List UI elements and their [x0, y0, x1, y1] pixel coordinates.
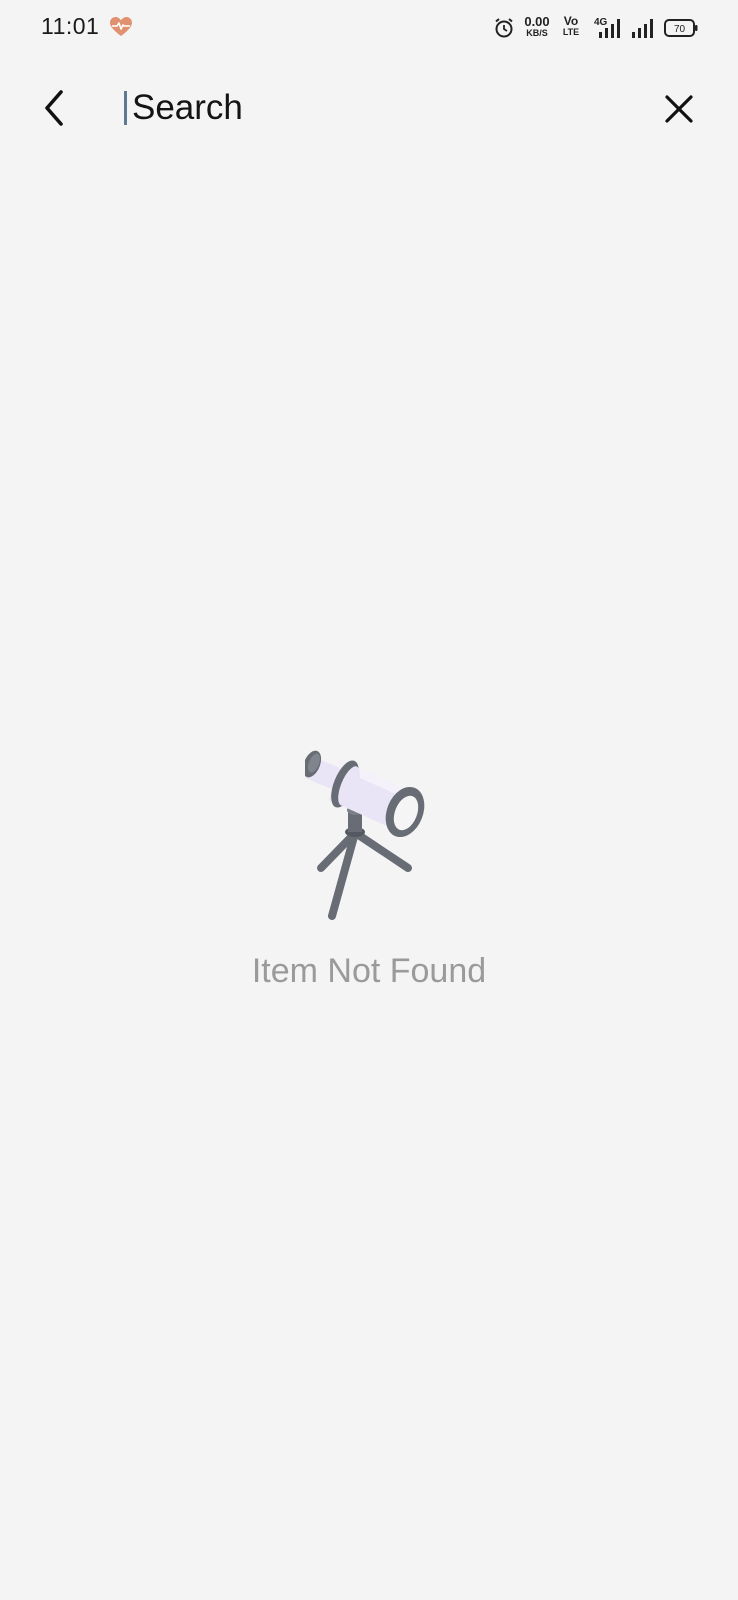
volte-bottom-label: LTE [562, 27, 580, 37]
alarm-icon [495, 18, 513, 38]
search-bar: Search [0, 70, 738, 146]
signal-icon [632, 19, 653, 38]
volte-indicator: Vo LTE [560, 15, 582, 37]
status-bar: 11:01 0.00 KB/S Vo LTE 4G 70 [0, 0, 738, 56]
search-placeholder: Search [132, 88, 243, 127]
text-caret [124, 91, 127, 125]
empty-state-message: Item Not Found [251, 952, 487, 990]
volte-top-label: Vo [563, 14, 579, 28]
signal-icon: 4G [594, 17, 620, 38]
battery-level: 70 [674, 24, 686, 35]
close-icon [665, 95, 693, 123]
network-speed-value: 0.00 [524, 14, 550, 29]
network-speed-unit: KB/S [526, 28, 548, 38]
battery-icon: 70 [664, 19, 698, 37]
network-speed: 0.00 KB/S [520, 15, 554, 38]
search-input[interactable]: Search [124, 84, 624, 132]
network-type-label: 4G [594, 17, 608, 28]
status-time: 11:01 [41, 13, 100, 39]
clear-search-button[interactable] [654, 84, 704, 134]
back-arrow-icon [45, 90, 63, 126]
back-button[interactable] [30, 82, 78, 134]
telescope-icon [305, 750, 425, 920]
health-heart-icon [110, 17, 132, 36]
